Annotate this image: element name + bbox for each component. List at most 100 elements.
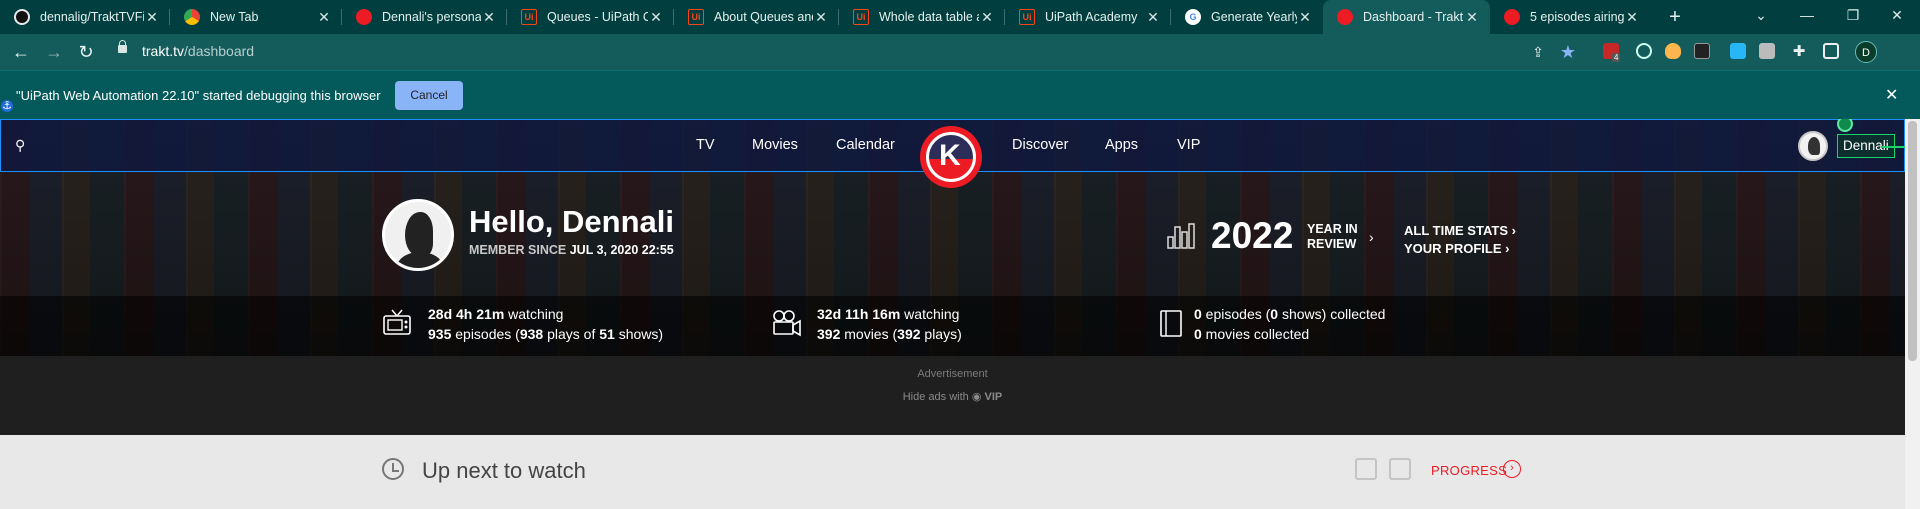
- calendar-feed-icon[interactable]: [1389, 458, 1411, 480]
- tab-title: Dashboard - Trakt: [1363, 10, 1464, 24]
- uipath-icon: Ui: [688, 9, 704, 25]
- tab-whole-data-table[interactable]: Ui Whole data table a ✕: [839, 0, 1005, 34]
- tab-uipath-queues[interactable]: Ui Queues - UiPath O ✕: [507, 0, 674, 34]
- greeting: Hello, Dennali: [469, 204, 674, 239]
- debug-message: "UiPath Web Automation 22.10" started de…: [16, 88, 381, 103]
- tab-title: UiPath Academy: [1045, 10, 1138, 24]
- tab-search-chevron-icon[interactable]: ⌄: [1738, 0, 1784, 34]
- close-icon[interactable]: ✕: [481, 9, 497, 26]
- year-in-review-link[interactable]: YEAR IN REVIEW: [1307, 222, 1358, 252]
- collection-icon: [1160, 310, 1182, 337]
- lock-icon: [118, 40, 127, 53]
- progress-link[interactable]: PROGRESS: [1431, 463, 1507, 478]
- nav-movies[interactable]: Movies: [752, 137, 798, 153]
- tab-github[interactable]: dennalig/TraktTVFi ✕: [0, 0, 170, 34]
- tab-title: Queues - UiPath O: [547, 10, 648, 24]
- tv-stats[interactable]: 28d 4h 21m watching 935 episodes (938 pl…: [428, 304, 663, 344]
- bar-chart-icon: [1167, 223, 1195, 249]
- history-clock-icon: [382, 458, 404, 480]
- movie-camera-icon: [773, 310, 801, 337]
- google-icon: G: [1185, 9, 1201, 25]
- close-infobar-icon[interactable]: ✕: [1885, 85, 1898, 105]
- nav-apps[interactable]: Apps: [1105, 137, 1138, 153]
- bookmark-star-icon[interactable]: ★: [1557, 41, 1579, 63]
- vip-badge-icon: ◉: [971, 391, 982, 403]
- tv-icon: [383, 309, 411, 335]
- tab-strip: dennalig/TraktTVFi ✕ New Tab ✕ Dennali's…: [0, 0, 1920, 34]
- close-icon[interactable]: ✕: [1145, 9, 1161, 26]
- all-time-stats-link[interactable]: ALL TIME STATS ›: [1404, 222, 1516, 240]
- tab-generate-yearly[interactable]: G Generate Yearly Re ✕: [1171, 0, 1323, 34]
- nav-tv[interactable]: TV: [696, 137, 715, 153]
- close-icon[interactable]: ✕: [316, 9, 332, 26]
- close-icon[interactable]: ✕: [144, 9, 160, 26]
- reload-button[interactable]: ↻: [75, 41, 97, 63]
- profile-avatar-large[interactable]: [382, 199, 454, 271]
- member-since: MEMBER SINCE JUL 3, 2020 22:55: [469, 243, 674, 257]
- forward-button[interactable]: →: [43, 41, 65, 63]
- nav-vip[interactable]: VIP: [1177, 137, 1200, 153]
- tab-title: About Queues and: [714, 10, 813, 24]
- close-icon[interactable]: ✕: [1624, 9, 1640, 26]
- highlight-connector: [1881, 146, 1905, 148]
- close-icon[interactable]: ✕: [648, 9, 664, 26]
- collection-stats[interactable]: 0 episodes (0 shows) collected 0 movies …: [1194, 304, 1385, 344]
- tab-dashboard-trakt[interactable]: Dashboard - Trakt ✕: [1323, 0, 1490, 34]
- advertisement-label: Advertisement: [917, 368, 988, 380]
- restore-button[interactable]: ❐: [1830, 0, 1876, 34]
- target-icon: [1837, 119, 1853, 132]
- puzzle-icon[interactable]: ✚: [1788, 41, 1810, 63]
- arrow-right-circle-icon[interactable]: ›: [1503, 460, 1521, 478]
- tab-title: dennalig/TraktTVFi: [40, 10, 144, 24]
- page-scrollbar[interactable]: [1905, 119, 1920, 509]
- close-icon[interactable]: ✕: [1297, 9, 1313, 26]
- share-icon[interactable]: ⇪: [1527, 41, 1549, 63]
- tab-episodes-airing[interactable]: 5 episodes airing th ✕: [1490, 0, 1650, 34]
- chrome-icon: [184, 9, 200, 25]
- profile-avatar[interactable]: D: [1855, 41, 1877, 63]
- sidepanel-icon[interactable]: [1823, 43, 1839, 59]
- close-icon[interactable]: ✕: [813, 9, 829, 26]
- hide-ads-link[interactable]: Hide ads with ◉ VIP: [0, 390, 1905, 403]
- nav-calendar[interactable]: Calendar: [836, 137, 895, 153]
- cancel-debug-button[interactable]: Cancel: [395, 81, 463, 110]
- tab-new-tab[interactable]: New Tab ✕: [170, 0, 342, 34]
- your-profile-link[interactable]: YOUR PROFILE ›: [1404, 240, 1516, 258]
- toolbar: ← → ↻ trakt.tv/dashboard ⇪ ★ 4 ✚ D: [0, 34, 1920, 70]
- tab-about-queues[interactable]: Ui About Queues and ✕: [674, 0, 839, 34]
- tab-title: Whole data table a: [879, 10, 979, 24]
- year-in-review-year[interactable]: 2022: [1211, 215, 1293, 257]
- user-avatar[interactable]: [1798, 131, 1828, 161]
- window-close-button[interactable]: ✕: [1874, 0, 1920, 34]
- back-button[interactable]: ←: [10, 41, 32, 63]
- uipath-icon: Ui: [521, 9, 537, 25]
- extension-icon[interactable]: [1759, 43, 1775, 59]
- anchor-icon: ⚓: [1, 100, 13, 112]
- url-text: trakt.tv/dashboard: [142, 43, 255, 59]
- debug-infobar: "UiPath Web Automation 22.10" started de…: [0, 70, 1920, 119]
- tab-uipath-academy[interactable]: Ui UiPath Academy ✕: [1005, 0, 1171, 34]
- search-icon[interactable]: ⚲: [15, 137, 25, 154]
- trakt-icon: [1504, 9, 1520, 25]
- minimize-button[interactable]: —: [1784, 0, 1830, 34]
- extension-icon[interactable]: [1665, 43, 1681, 59]
- extension-icon[interactable]: [1730, 43, 1746, 59]
- tab-title: Generate Yearly Re: [1211, 10, 1297, 24]
- react-icon[interactable]: [1636, 43, 1652, 59]
- address-bar[interactable]: trakt.tv/dashboard: [106, 39, 1570, 65]
- rss-icon[interactable]: [1355, 458, 1377, 480]
- uipath-icon: Ui: [853, 9, 869, 25]
- new-tab-button[interactable]: +: [1663, 5, 1687, 29]
- nav-discover[interactable]: Discover: [1012, 137, 1068, 153]
- movie-stats[interactable]: 32d 11h 16m watching 392 movies (392 pla…: [817, 304, 962, 344]
- trakt-logo[interactable]: [920, 126, 982, 188]
- github-icon: [14, 9, 30, 25]
- advertisement: Advertisement Hide ads with ◉ VIP: [0, 356, 1905, 435]
- close-icon[interactable]: ✕: [979, 9, 995, 26]
- extension-icon[interactable]: [1694, 43, 1710, 59]
- uipath-icon: Ui: [1019, 9, 1035, 25]
- chevron-right-icon: ›: [1369, 229, 1374, 245]
- close-icon[interactable]: ✕: [1464, 9, 1480, 26]
- tab-trakt-personal[interactable]: Dennali's personal ✕: [342, 0, 507, 34]
- scrollbar-thumb[interactable]: [1908, 121, 1917, 361]
